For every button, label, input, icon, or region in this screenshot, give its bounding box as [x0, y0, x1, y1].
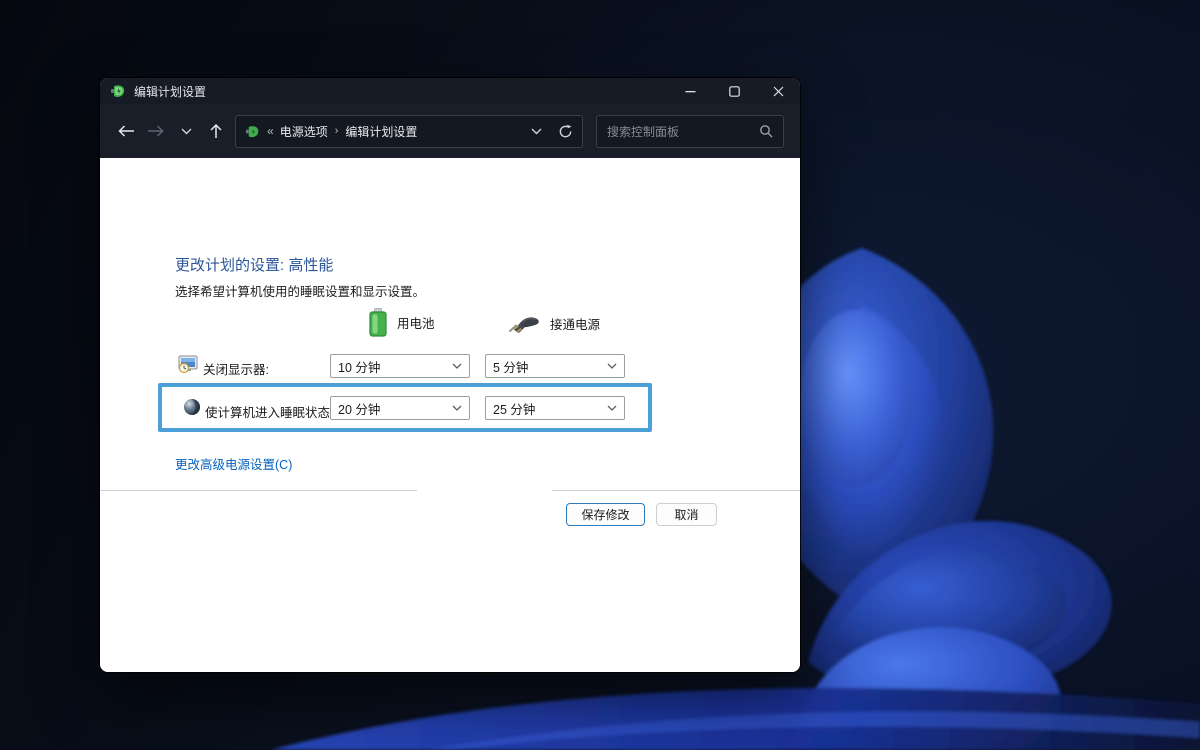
magnifier-icon[interactable] [759, 124, 773, 138]
page-title: 更改计划的设置: 高性能 [175, 254, 333, 275]
chevron-down-icon [181, 128, 192, 135]
breadcrumb-item-edit-plan-settings[interactable]: 编辑计划设置 [345, 123, 417, 140]
row-label-put-to-sleep: 使计算机进入睡眠状态: [205, 402, 333, 421]
breadcrumb-item-power-options[interactable]: 电源选项 [280, 123, 328, 140]
page-subtitle: 选择希望计算机使用的睡眠设置和显示设置。 [175, 281, 425, 300]
advanced-power-settings-link[interactable]: 更改高级电源设置(C) [175, 454, 292, 473]
window-title: 编辑计划设置 [134, 83, 206, 100]
column-header-on-battery: 用电池 [368, 308, 435, 337]
breadcrumb-overflow[interactable]: « [267, 124, 274, 138]
address-bar-icons [531, 124, 573, 139]
divider [100, 490, 417, 491]
breadcrumb-separator: › [335, 125, 339, 137]
content-pane: 更改计划的设置: 高性能 选择希望计算机使用的睡眠设置和显示设置。 用电池 [100, 158, 800, 672]
dropdown-display-plugged-in[interactable]: 5 分钟 [485, 354, 625, 378]
power-plan-icon [110, 83, 126, 99]
navigation-bar: « 电源选项 › 编辑计划设置 搜索控制面板 [100, 104, 800, 158]
divider [552, 490, 800, 491]
edit-plan-settings-window: 编辑计划设置 [100, 78, 800, 672]
maximize-button[interactable] [712, 78, 756, 104]
save-changes-button[interactable]: 保存修改 [566, 503, 645, 526]
column-label: 用电池 [397, 313, 435, 332]
close-button[interactable] [756, 78, 800, 104]
chevron-down-icon [452, 405, 462, 411]
power-plan-icon [245, 124, 260, 139]
moon-icon [183, 398, 201, 416]
arrow-up-icon [209, 123, 223, 139]
refresh-icon[interactable] [558, 124, 573, 139]
arrow-right-icon [147, 124, 165, 138]
display-clock-icon [178, 355, 198, 374]
arrow-left-icon [117, 124, 135, 138]
dropdown-value: 20 分钟 [338, 399, 380, 418]
plug-icon [508, 314, 541, 333]
battery-icon [368, 308, 388, 337]
dropdown-sleep-on-battery[interactable]: 20 分钟 [330, 396, 470, 420]
up-button[interactable] [201, 116, 231, 146]
dropdown-value: 10 分钟 [338, 357, 380, 376]
address-bar[interactable]: « 电源选项 › 编辑计划设置 [235, 115, 583, 148]
cancel-button[interactable]: 取消 [656, 503, 717, 526]
minimize-button[interactable] [668, 78, 712, 104]
maximize-icon [729, 86, 740, 97]
titlebar[interactable]: 编辑计划设置 [100, 78, 800, 104]
minimize-icon [685, 86, 696, 97]
close-icon [773, 86, 784, 97]
dropdown-display-on-battery[interactable]: 10 分钟 [330, 354, 470, 378]
dropdown-sleep-plugged-in[interactable]: 25 分钟 [485, 396, 625, 420]
search-input[interactable]: 搜索控制面板 [596, 115, 784, 148]
back-button[interactable] [111, 116, 141, 146]
dropdown-value: 5 分钟 [493, 357, 528, 376]
column-label: 接通电源 [550, 314, 600, 333]
chevron-down-icon[interactable] [531, 128, 542, 135]
chevron-down-icon [607, 405, 617, 411]
search-placeholder: 搜索控制面板 [607, 123, 679, 140]
dropdown-value: 25 分钟 [493, 399, 535, 418]
chevron-down-icon [452, 363, 462, 369]
window-controls [668, 78, 800, 104]
row-label-turn-off-display: 关闭显示器: [203, 359, 269, 378]
forward-button[interactable] [141, 116, 171, 146]
recent-pages-button[interactable] [171, 116, 201, 146]
column-header-plugged-in: 接通电源 [508, 314, 600, 333]
chevron-down-icon [607, 363, 617, 369]
